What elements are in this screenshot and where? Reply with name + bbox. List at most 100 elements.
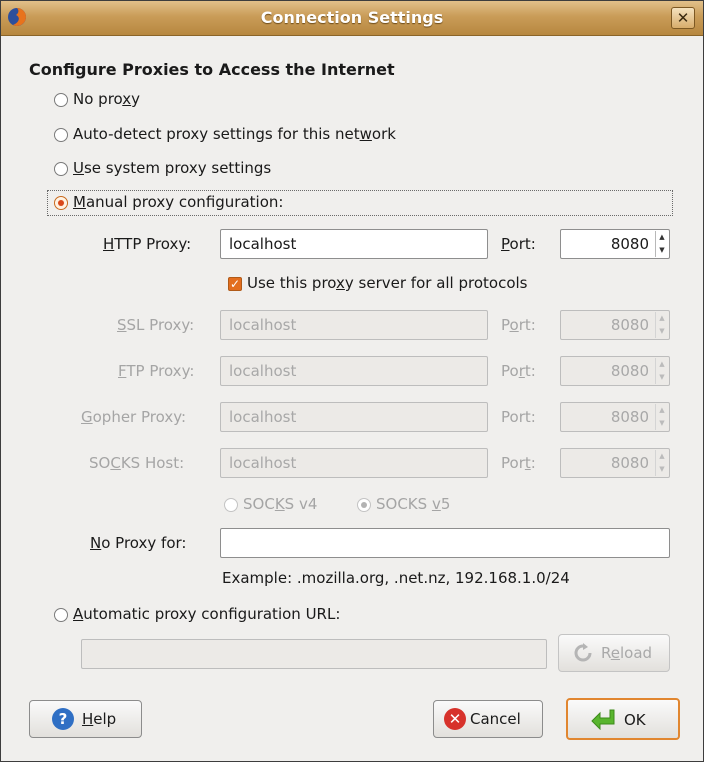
label-part: t: — [524, 362, 536, 380]
manual-proxy-radio[interactable] — [54, 196, 68, 210]
ftp-port-value: 8080 — [610, 362, 649, 380]
mnemonic: S — [117, 316, 127, 334]
label-part: utomatic proxy configuration URL: — [83, 605, 341, 623]
ssl-port-spinner[interactable]: 8080 ▲ ▼ — [560, 310, 670, 340]
label-part: TP Proxy: — [126, 362, 195, 380]
mnemonic: M — [73, 193, 86, 211]
label-part: o Proxy for: — [101, 534, 187, 552]
label-part: Por — [501, 454, 525, 472]
cancel-icon: ✕ — [444, 708, 466, 730]
label-part: S v4 — [284, 495, 318, 513]
spinner-arrows-icon[interactable]: ▲ ▼ — [655, 231, 668, 257]
socks-v4-radio[interactable] — [224, 498, 238, 512]
label-part: Auto-detect proxy settings for this net — [73, 125, 360, 143]
http-port-spinner[interactable]: 8080 ▲ ▼ — [560, 229, 670, 259]
ftp-proxy-input[interactable]: localhost — [220, 356, 488, 386]
no-proxy-for-label: No Proxy for: — [90, 534, 186, 552]
http-proxy-input[interactable]: localhost — [220, 229, 488, 259]
label-part: R — [601, 644, 611, 662]
mnemonic: G — [81, 408, 93, 426]
ssl-proxy-input[interactable]: localhost — [220, 310, 488, 340]
reload-button[interactable]: Reload — [558, 634, 670, 672]
ssl-proxy-label: SSL Proxy: — [117, 316, 194, 334]
connection-settings-dialog: Connection Settings ✕ Configure Proxies … — [0, 0, 704, 762]
system-proxy-radio[interactable] — [54, 162, 68, 176]
mnemonic: v — [431, 495, 441, 513]
label-part: SL Proxy: — [126, 316, 195, 334]
gopher-proxy-input[interactable]: localhost — [220, 402, 488, 432]
manual-proxy-label[interactable]: Manual proxy configuration: — [73, 193, 283, 211]
reload-label: Reload — [601, 644, 652, 662]
label-part: P — [501, 316, 510, 334]
socks-port-spinner[interactable]: 8080 ▲ ▼ — [560, 448, 670, 478]
mnemonic: U — [73, 159, 84, 177]
spinner-arrows-icon[interactable]: ▲ ▼ — [655, 312, 668, 338]
mnemonic: x — [122, 90, 132, 108]
cancel-button[interactable]: ✕ Cancel — [433, 700, 543, 738]
ok-button[interactable]: OK — [566, 698, 680, 740]
mnemonic: K — [274, 495, 285, 513]
socks-v5-radio[interactable] — [357, 498, 371, 512]
label-part: Use this pro — [247, 274, 337, 292]
auto-detect-label[interactable]: Auto-detect proxy settings for this netw… — [73, 125, 396, 143]
socks-v5-label[interactable]: SOCKS v5 — [376, 495, 450, 513]
label-part: No pro — [73, 90, 123, 108]
spinner-arrows-icon[interactable]: ▲ ▼ — [655, 450, 668, 476]
spinner-arrows-icon[interactable]: ▲ ▼ — [655, 358, 668, 384]
socks-port-label: Port: — [501, 454, 536, 472]
gopher-port-spinner[interactable]: 8080 ▲ ▼ — [560, 402, 670, 432]
label-part: opher Proxy: — [92, 408, 187, 426]
close-button[interactable]: ✕ — [671, 7, 695, 29]
http-port-value: 8080 — [610, 235, 649, 253]
section-heading: Configure Proxies to Access the Internet — [29, 60, 395, 79]
label-part: ork — [371, 125, 396, 143]
socks-v4-label[interactable]: SOCKS v4 — [243, 495, 317, 513]
gopher-port-label: Port: — [501, 408, 536, 426]
label-part: 5 — [440, 495, 451, 513]
no-proxy-example: Example: .mozilla.org, .net.nz, 192.168.… — [222, 569, 570, 587]
no-proxy-for-input[interactable] — [220, 528, 670, 558]
gopher-proxy-label: Gopher Proxy: — [81, 408, 186, 426]
close-icon: ✕ — [676, 9, 690, 27]
auto-config-url-label[interactable]: Automatic proxy configuration URL: — [73, 605, 340, 623]
mnemonic: H — [103, 235, 115, 253]
mnemonic: H — [82, 710, 94, 728]
label-part: load — [619, 644, 653, 662]
help-icon: ? — [52, 708, 74, 730]
label-part: elp — [93, 710, 117, 728]
no-proxy-label[interactable]: No proxy — [73, 90, 140, 108]
no-proxy-radio[interactable] — [54, 93, 68, 107]
ftp-port-spinner[interactable]: 8080 ▲ ▼ — [560, 356, 670, 386]
label-part: SOC — [243, 495, 275, 513]
mnemonic: P — [501, 235, 510, 253]
window-title: Connection Settings — [260, 8, 444, 27]
label-part: y server for all protocols — [344, 274, 528, 292]
ftp-port-label: Port: — [501, 362, 536, 380]
socks-port-value: 8080 — [610, 454, 649, 472]
ftp-proxy-label: FTP Proxy: — [118, 362, 194, 380]
mnemonic: o — [509, 316, 519, 334]
mnemonic: A — [73, 605, 84, 623]
ssl-port-label: Port: — [501, 316, 536, 334]
socks-host-label: SOCKS Host: — [89, 454, 184, 472]
socks-host-input[interactable]: localhost — [220, 448, 488, 478]
ok-arrow-icon — [591, 709, 615, 730]
label-part: rt: — [518, 316, 536, 334]
help-button[interactable]: ? Help — [29, 700, 142, 738]
mnemonic: C — [110, 454, 121, 472]
use-all-protocols-label[interactable]: Use this proxy server for all protocols — [247, 274, 528, 292]
auto-detect-radio[interactable] — [54, 128, 68, 142]
mnemonic: w — [359, 125, 372, 143]
label-part: : — [530, 454, 536, 472]
label-part: SOCKS — [376, 495, 432, 513]
auto-config-url-radio[interactable] — [54, 608, 68, 622]
use-all-protocols-checkbox[interactable]: ✓ — [228, 277, 242, 291]
gopher-port-value: 8080 — [610, 408, 649, 426]
auto-config-url-input[interactable] — [81, 639, 547, 669]
title-bar[interactable]: Connection Settings ✕ — [1, 1, 703, 36]
ssl-port-value: 8080 — [610, 316, 649, 334]
spinner-arrows-icon[interactable]: ▲ ▼ — [655, 404, 668, 430]
system-proxy-label[interactable]: Use system proxy settings — [73, 159, 271, 177]
mnemonic: e — [610, 644, 620, 662]
label-part: Po — [501, 362, 519, 380]
